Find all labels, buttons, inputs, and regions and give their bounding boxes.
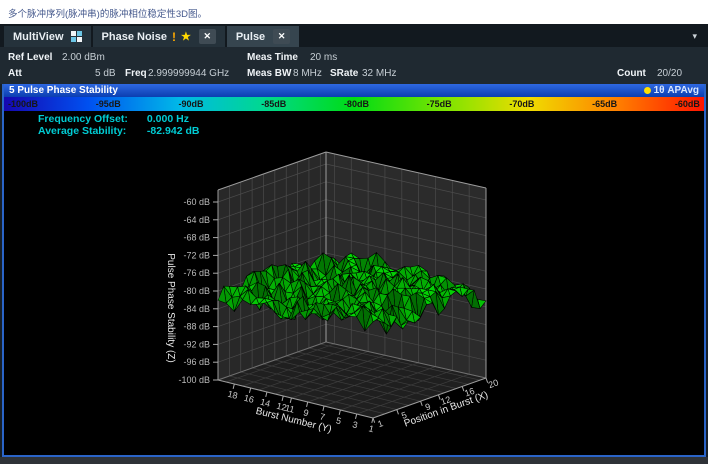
cbar-label: -80dB [344, 97, 369, 111]
svg-text:3: 3 [351, 419, 358, 430]
meas-time-label: Meas Time [247, 52, 298, 63]
tab-pulse[interactable]: Pulse ✕ [227, 26, 299, 47]
tab-pulse-label: Pulse [236, 31, 265, 43]
trace-label: 1θ APAvg [654, 85, 699, 96]
svg-text:-88 dB: -88 dB [183, 322, 210, 332]
annotation-note: 多个脉冲序列(脉冲串)的脉冲相位稳定性3D图。 [0, 0, 708, 24]
average-stability-row: Average Stability: -82.942 dB [38, 125, 199, 137]
tab-multiview[interactable]: MultiView [4, 26, 91, 47]
cbar-label: -75dB [427, 97, 452, 111]
screen: { "note": "多个脉冲序列(脉冲串)的脉冲相位稳定性3D图。", "ta… [0, 0, 708, 464]
surface-plot[interactable]: -60 dB -64 dB -68 dB -72 dB -76 dB -80 dB -84 … [4, 111, 704, 455]
freq-label: Freq [125, 68, 147, 79]
trace-badge: 1θ APAvg [644, 85, 699, 96]
readout-block: Frequency Offset: 0.000 Hz Average Stabi… [38, 113, 199, 137]
close-pulse-button[interactable]: ✕ [273, 29, 290, 44]
tab-overflow-icon[interactable]: ▾ [685, 31, 704, 42]
svg-text:18: 18 [227, 389, 239, 401]
result-window: 5 Pulse Phase Stability 1θ APAvg -100dB … [2, 84, 706, 457]
color-scale-bar: -100dB -95dB -90dB -85dB -80dB -75dB -70… [4, 97, 704, 111]
cbar-label: -90dB [178, 97, 203, 111]
svg-text:-60 dB: -60 dB [183, 197, 210, 207]
meas-time-value[interactable]: 20 ms [310, 52, 337, 63]
bottom-strip [0, 457, 708, 464]
window-titlebar[interactable]: 5 Pulse Phase Stability 1θ APAvg [4, 84, 704, 97]
svg-text:-64 dB: -64 dB [183, 215, 210, 225]
frequency-offset-value: 0.000 Hz [147, 113, 189, 125]
window-title: 5 Pulse Phase Stability [9, 85, 118, 96]
svg-text:-84 dB: -84 dB [183, 304, 210, 314]
frequency-offset-row: Frequency Offset: 0.000 Hz [38, 113, 199, 125]
cbar-label: -100dB [8, 97, 38, 111]
srate-value[interactable]: 32 MHz [362, 68, 396, 79]
cbar-label: -85dB [261, 97, 286, 111]
cbar-label: -65dB [592, 97, 617, 111]
channel-tabbar: MultiView Phase Noise ! ★ ✕ Pulse ✕ ▾ [0, 24, 708, 47]
srate-label: SRate [330, 68, 358, 79]
cbar-label: -95dB [96, 97, 121, 111]
warning-icon: ! [172, 30, 176, 44]
svg-text:-96 dB: -96 dB [183, 357, 210, 367]
multiview-grid-icon [71, 31, 82, 42]
plot-area: -60 dB -64 dB -68 dB -72 dB -76 dB -80 dB -84 … [4, 111, 704, 455]
analyzer-app: MultiView Phase Noise ! ★ ✕ Pulse ✕ ▾ Re… [0, 24, 708, 464]
svg-text:Pulse Phase Stability (Z): Pulse Phase Stability (Z) [165, 253, 176, 363]
annotation-text: 多个脉冲序列(脉冲串)的脉冲相位稳定性3D图。 [8, 9, 207, 20]
ref-level-value[interactable]: 2.00 dBm [62, 52, 105, 63]
svg-text:20: 20 [487, 377, 500, 390]
svg-text:-92 dB: -92 dB [183, 339, 210, 349]
tab-multiview-label: MultiView [13, 31, 64, 43]
frequency-offset-label: Frequency Offset: [38, 113, 144, 125]
count-label: Count [617, 68, 646, 79]
cbar-label: -60dB [675, 97, 700, 111]
att-value[interactable]: 5 dB [95, 68, 116, 79]
ref-level-label: Ref Level [8, 52, 52, 63]
tab-phase-noise-label: Phase Noise [102, 31, 167, 43]
svg-text:-80 dB: -80 dB [183, 286, 210, 296]
tab-phase-noise[interactable]: Phase Noise ! ★ ✕ [93, 26, 225, 47]
settings-bar: Ref Level 2.00 dBm Meas Time 20 ms Att 5… [0, 47, 708, 84]
cbar-label: -70dB [509, 97, 534, 111]
svg-text:1: 1 [368, 423, 375, 434]
close-phase-noise-button[interactable]: ✕ [199, 29, 216, 44]
att-label: Att [8, 68, 22, 79]
freq-value[interactable]: 2.999999944 GHz [148, 68, 229, 79]
svg-text:-100 dB: -100 dB [178, 375, 210, 385]
average-stability-value: -82.942 dB [147, 125, 200, 137]
svg-text:-68 dB: -68 dB [183, 233, 210, 243]
svg-text:5: 5 [335, 415, 342, 426]
meas-bw-value[interactable]: 8 MHz [293, 68, 322, 79]
svg-text:1: 1 [376, 418, 384, 429]
count-value: 20/20 [657, 68, 682, 79]
trace-dot-icon [644, 87, 651, 94]
meas-bw-label: Meas BW [247, 68, 291, 79]
star-icon: ★ [181, 30, 191, 43]
svg-text:16: 16 [243, 393, 255, 405]
average-stability-label: Average Stability: [38, 125, 144, 137]
svg-text:-76 dB: -76 dB [183, 268, 210, 278]
svg-text:-72 dB: -72 dB [183, 250, 210, 260]
